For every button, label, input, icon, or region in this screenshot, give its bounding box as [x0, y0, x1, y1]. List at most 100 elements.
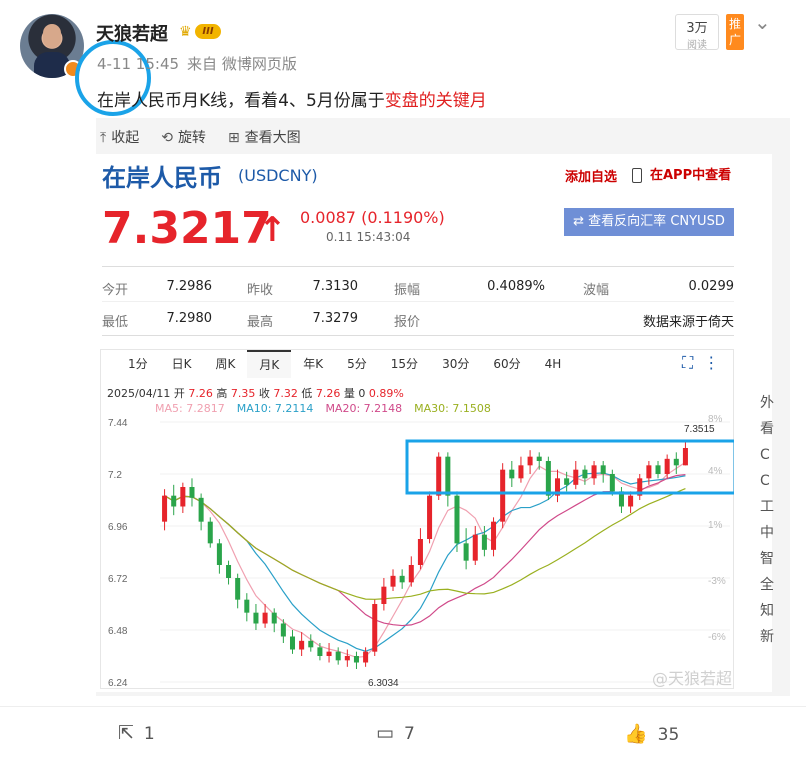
side-char: 工	[760, 499, 774, 515]
candle-body	[363, 651, 369, 663]
post-date[interactable]: 4-11 15:45	[97, 55, 179, 73]
y-tick-label: 6.48	[108, 626, 128, 637]
zoom-icon: ⊞	[227, 130, 240, 146]
quote-price: 7.3217	[102, 203, 272, 254]
rotate-icon: ⟲	[161, 130, 173, 146]
candle-body	[390, 575, 396, 587]
post-text: 在岸人民币月K线，看着4、5月份属于变盘的关键月	[97, 91, 487, 111]
candle-body	[536, 456, 542, 461]
stat-label: 振幅	[394, 283, 421, 298]
promote-button[interactable]: 推广	[726, 14, 744, 50]
post-source: 来自 微博网页版	[187, 55, 297, 73]
candle-body	[655, 465, 661, 474]
chevron-down-icon[interactable]: ⌄	[754, 10, 771, 34]
candle-body	[472, 534, 478, 561]
watermark: @天狼若超	[652, 669, 733, 688]
rotate-button[interactable]: ⟲ 旋转	[161, 127, 206, 147]
collapse-icon: ⤒	[100, 130, 107, 146]
candle-body	[280, 623, 286, 637]
divider	[102, 335, 734, 336]
tab-月K[interactable]: 月K	[247, 350, 292, 378]
candle-body	[317, 647, 323, 656]
tab-日K[interactable]: 日K	[160, 350, 204, 378]
comment-button[interactable]: ▭ 7	[376, 722, 415, 744]
stat-label: 昨收	[247, 283, 274, 298]
candle-body	[518, 465, 524, 479]
quote-change: 0.0087 (0.1190%)	[300, 208, 445, 227]
side-text-strip: 外看CC工中智全知新	[760, 390, 778, 650]
candle-body	[171, 495, 177, 507]
quote-code: (USDCNY)	[238, 166, 318, 185]
candle-body	[271, 612, 277, 624]
side-char: 全	[760, 577, 774, 593]
period-tabs: 1分 日K 周K 月K 年K 5分 15分 30分 60分 4H	[100, 350, 734, 378]
candle-body	[646, 465, 652, 479]
side-char: 新	[760, 629, 774, 645]
tab-15分[interactable]: 15分	[379, 350, 430, 378]
stat-value: 0.0299	[688, 279, 735, 294]
tab-4H[interactable]: 4H	[533, 350, 574, 378]
candle-body	[436, 456, 442, 496]
side-char: 外	[760, 395, 774, 411]
tab-年K[interactable]: 年K	[291, 350, 335, 378]
candle-body	[600, 465, 606, 474]
share-icon: ⇱	[118, 722, 134, 744]
more-icon[interactable]: ⋮	[703, 353, 719, 372]
candle-body	[664, 458, 670, 474]
stat-value: 7.2980	[166, 311, 213, 326]
tab-1分[interactable]: 1分	[116, 350, 160, 378]
candle-body	[262, 612, 268, 624]
high-label: 7.3515	[684, 424, 715, 435]
candle-body	[481, 534, 487, 550]
kline-chart: 7.447.26.966.726.486.248%4%1%-3%-6%7.351…	[108, 414, 734, 689]
comment-icon: ▭	[376, 722, 394, 744]
y-tick-label: 6.96	[108, 522, 128, 533]
candle-body	[408, 565, 414, 583]
y-tick-label: 6.72	[108, 574, 128, 585]
candle-body	[162, 495, 168, 522]
candle-body	[344, 656, 350, 661]
tab-30分[interactable]: 30分	[430, 350, 481, 378]
like-button[interactable]: 👍 35	[624, 722, 679, 745]
stat-label: 报价	[394, 315, 421, 330]
stat-label: 最高	[247, 315, 274, 330]
side-char: 智	[760, 551, 774, 567]
author-name[interactable]: 天狼若超	[96, 20, 168, 46]
view-count: 3万	[686, 21, 708, 36]
quote-time: 0.11 15:43:04	[326, 230, 411, 244]
fullscreen-icon[interactable]: ⛶	[682, 353, 693, 372]
up-arrow-icon: ↑	[258, 210, 287, 250]
candle-body	[500, 469, 506, 522]
right-tick-label: -6%	[708, 632, 726, 643]
open-in-app-button[interactable]: 在APP中查看	[632, 164, 731, 183]
candle-body	[180, 487, 186, 507]
candle-body	[545, 461, 551, 496]
ma30-line	[164, 488, 686, 600]
candle-body	[682, 448, 688, 466]
view-large-button[interactable]: ⊞ 查看大图	[228, 127, 301, 147]
candle-body	[198, 497, 204, 522]
y-tick-label: 7.44	[108, 418, 128, 429]
side-char: 看	[760, 421, 774, 437]
ma20-line	[164, 473, 686, 627]
level-badge: III	[195, 24, 221, 39]
candle-body	[509, 469, 515, 479]
reverse-rate-button[interactable]: ⇄ 查看反向汇率 CNYUSD	[564, 208, 734, 236]
candle-body	[326, 651, 332, 656]
add-favorite-button[interactable]: 添加自选	[565, 166, 617, 185]
tab-5分[interactable]: 5分	[335, 350, 379, 378]
collapse-button[interactable]: ⤒ 收起	[100, 127, 139, 147]
divider	[102, 301, 734, 302]
right-tick-label: 1%	[708, 520, 723, 531]
stat-value: 7.3279	[312, 311, 359, 326]
candle-body	[189, 487, 195, 498]
share-button[interactable]: ⇱ 1	[118, 722, 155, 744]
tab-60分[interactable]: 60分	[481, 350, 532, 378]
post-text-highlight: 变盘的关键月	[384, 91, 487, 111]
side-char: 中	[760, 525, 774, 541]
candle-body	[253, 612, 259, 624]
low-label: 6.3034	[368, 678, 399, 689]
side-char: 知	[760, 603, 774, 619]
tab-周K[interactable]: 周K	[204, 350, 248, 378]
chart-tools: ⛶ ⋮	[682, 353, 719, 373]
